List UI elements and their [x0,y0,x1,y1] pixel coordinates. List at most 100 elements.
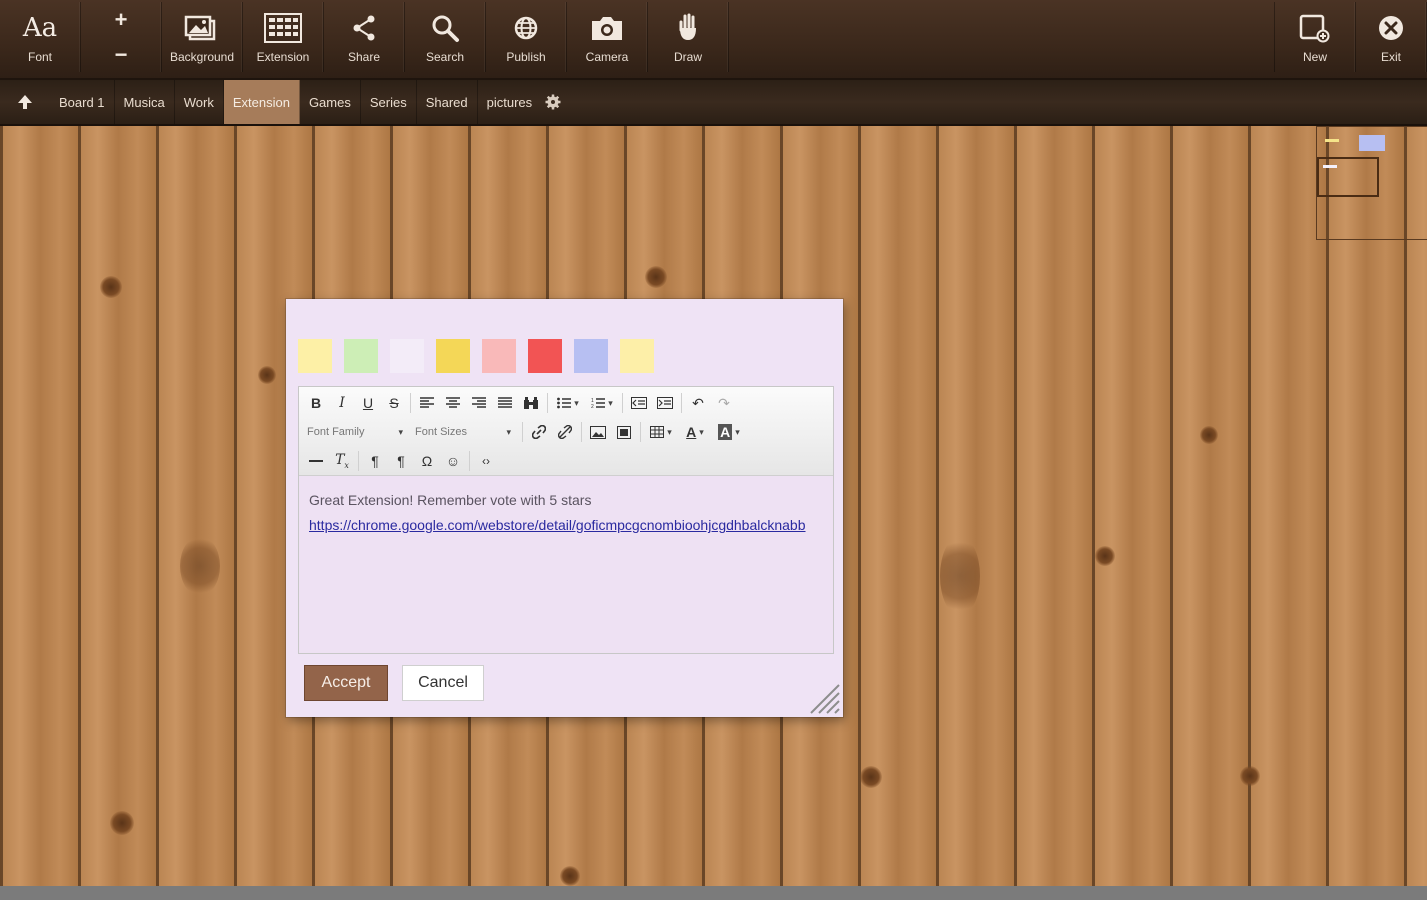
exit-button[interactable]: Exit [1356,2,1427,72]
redo-icon[interactable]: ↷ [711,391,737,415]
find-icon[interactable] [518,391,544,415]
media-icon[interactable] [611,420,637,444]
note-edit-dialog: B I U S 12 ↶ ↷ Font Fa [286,299,843,717]
cancel-button[interactable]: Cancel [402,665,484,701]
tab-extension[interactable]: Extension [223,80,300,124]
font-family-select[interactable]: Font Family [303,421,407,443]
align-center-icon[interactable] [440,391,466,415]
search-label: Search [425,50,465,64]
search-icon [430,8,460,48]
minimap[interactable] [1316,126,1427,240]
color-swatch-4[interactable] [436,339,470,373]
separator [547,393,548,413]
wood-knot [180,536,220,596]
tab-games[interactable]: Games [300,80,361,124]
wood-knot [110,811,134,835]
globe-icon [512,8,540,48]
home-button[interactable] [0,80,50,124]
resize-handle-icon[interactable] [807,681,841,715]
grid-icon [264,8,302,48]
gear-icon [545,94,561,110]
background-image-icon [184,8,220,48]
color-swatch-7[interactable] [574,339,608,373]
color-swatch-6[interactable] [528,339,562,373]
outdent-icon[interactable] [626,391,652,415]
image-icon[interactable] [585,420,611,444]
editor-toolbar-row-1: B I U S 12 ↶ ↷ [303,390,737,416]
draw-label: Draw [673,50,702,64]
new-board-icon [1298,8,1332,48]
up-arrow-icon [18,95,32,109]
color-swatch-2[interactable] [344,339,378,373]
bullet-list-icon[interactable] [551,391,585,415]
board-tabs: Board 1 Musica Work Extension Games Seri… [0,80,1427,126]
note-link[interactable]: https://chrome.google.com/webstore/detai… [309,513,823,538]
wood-knot [1095,546,1115,566]
camera-button[interactable]: Camera [567,2,648,72]
underline-button[interactable]: U [355,391,381,415]
tab-pictures[interactable]: pictures [478,80,542,124]
extension-button[interactable]: Extension [243,2,324,72]
tab-musica[interactable]: Musica [115,80,175,124]
new-button[interactable]: New [1274,2,1356,72]
strikethrough-button[interactable]: S [381,391,407,415]
text-color-icon[interactable]: A [678,420,712,444]
bold-button[interactable]: B [303,391,329,415]
minimap-note [1323,165,1337,168]
color-swatch-5[interactable] [482,339,516,373]
separator [358,451,359,471]
table-icon[interactable] [644,420,678,444]
font-icon: Aa [22,13,58,43]
horizontal-scrollbar[interactable] [0,886,1427,900]
separator [622,393,623,413]
rich-text-editor: B I U S 12 ↶ ↷ Font Fa [298,386,834,654]
indent-icon[interactable] [652,391,678,415]
italic-button[interactable]: I [329,391,355,415]
editor-toolbar: B I U S 12 ↶ ↷ Font Fa [299,387,833,476]
color-swatch-1[interactable] [298,339,332,373]
undo-icon[interactable]: ↶ [685,391,711,415]
new-label: New [1302,50,1327,64]
share-button[interactable]: Share [324,2,405,72]
numbered-list-icon[interactable]: 12 [585,391,619,415]
wood-knot [100,276,122,298]
special-character-icon[interactable]: Ω [414,449,440,473]
align-justify-icon[interactable] [492,391,518,415]
rtl-icon[interactable]: ¶ [388,449,414,473]
source-code-icon[interactable]: ‹› [473,449,499,473]
horizontal-rule-icon[interactable] [303,449,329,473]
tab-settings-button[interactable] [539,80,567,124]
align-left-icon[interactable] [414,391,440,415]
align-right-icon[interactable] [466,391,492,415]
publish-label: Publish [506,50,546,64]
emoticons-icon[interactable]: ☺ [440,449,466,473]
background-label: Background [169,50,235,64]
tab-work[interactable]: Work [175,80,224,124]
unlink-icon[interactable] [552,420,578,444]
accept-button[interactable]: Accept [304,665,388,701]
background-button[interactable]: Background [162,2,243,72]
separator [469,451,470,471]
clear-formatting-icon[interactable]: Tx [329,449,355,473]
font-button[interactable]: Aa Font [0,2,81,72]
zoom-out-button[interactable]: − [115,43,128,66]
ltr-icon[interactable]: ¶ [362,449,388,473]
color-swatch-3[interactable] [390,339,424,373]
color-swatch-8[interactable] [620,339,654,373]
tab-board-1[interactable]: Board 1 [50,80,115,124]
tab-shared[interactable]: Shared [417,80,478,124]
publish-button[interactable]: Publish [486,2,567,72]
separator [681,393,682,413]
editor-toolbar-row-3: Tx ¶ ¶ Ω ☺ ‹› [303,448,499,474]
wood-knot [645,266,667,288]
editor-content[interactable]: Great Extension! Remember vote with 5 st… [299,476,833,550]
draw-button[interactable]: Draw [648,2,729,72]
zoom-in-button[interactable]: + [115,8,128,31]
tab-series[interactable]: Series [361,80,417,124]
background-color-icon[interactable]: A [712,420,746,444]
minimap-viewport[interactable] [1317,157,1379,197]
search-button[interactable]: Search [405,2,486,72]
editor-toolbar-row-2: Font Family Font Sizes A A [303,419,746,445]
font-size-select[interactable]: Font Sizes [411,421,515,443]
link-icon[interactable] [526,420,552,444]
